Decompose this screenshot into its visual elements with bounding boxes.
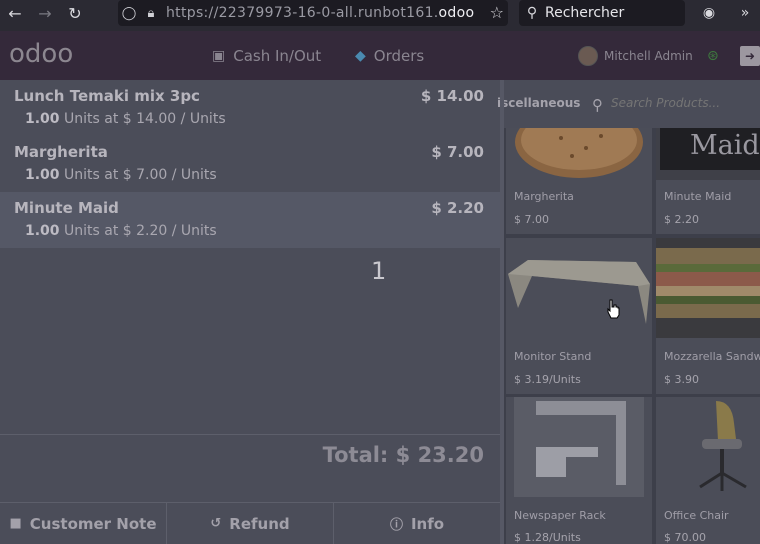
orders-label: Orders <box>373 46 425 65</box>
pos-navbar: odoo ▣ Cash In/Out ◆ Orders Mitchell Adm… <box>0 31 760 80</box>
url-text: https://22379973-16-0-all.runbot161.odoo <box>166 5 475 21</box>
browser-search-box[interactable]: ⚲ Rechercher <box>519 0 685 26</box>
product-search-input[interactable] <box>611 96 760 110</box>
minute-maid-logo-text: Maid <box>690 130 760 161</box>
search-icon: ⚲ <box>592 96 603 114</box>
refund-label: Refund <box>229 514 290 533</box>
bookmark-star-icon[interactable]: ☆ <box>490 3 504 22</box>
forward-icon[interactable]: → <box>30 0 60 26</box>
panel-divider[interactable] <box>500 80 504 544</box>
undo-icon: ↺ <box>210 516 222 531</box>
product-name: Minute Maid <box>664 190 732 203</box>
product-name: Office Chair <box>664 509 729 522</box>
user-menu[interactable]: Mitchell Admin <box>578 31 693 80</box>
product-name: Newspaper Rack <box>514 509 606 522</box>
order-line-selected[interactable]: Minute Maid $ 2.20 1.00 Units at $ 2.20 … <box>0 192 500 248</box>
sign-out-icon: ➜ <box>740 45 760 66</box>
product-name: Mozzarella Sandwich <box>664 350 760 363</box>
cash-in-out-button[interactable]: ▣ Cash In/Out <box>212 31 321 80</box>
hand-cursor-icon <box>607 299 620 319</box>
product-name: Monitor Stand <box>514 350 592 363</box>
minute-maid-logo: Maid <box>660 128 760 170</box>
product-price: $ 3.19/Units <box>514 373 581 386</box>
office-chair-image <box>699 401 747 491</box>
category-breadcrumb[interactable]: iscellaneous <box>497 96 580 110</box>
product-card[interactable]: Monitor Stand $ 3.19/Units <box>506 238 652 394</box>
order-line-price: $ 14.00 <box>420 87 484 105</box>
cash-in-out-label: Cash In/Out <box>233 46 322 65</box>
sandwich-image <box>656 238 760 338</box>
product-card[interactable]: Office Chair $ 70.00 <box>656 397 760 544</box>
product-image <box>656 238 760 338</box>
shield-icon: ◯ <box>121 5 137 21</box>
product-price: $ 70.00 <box>664 531 706 544</box>
customer-note-label: Customer Note <box>29 514 157 533</box>
order-line-price: $ 7.00 <box>431 143 484 161</box>
product-card[interactable]: Newspaper Rack $ 1.28/Units <box>506 397 652 544</box>
info-button[interactable]: ⓘ Info <box>334 502 500 544</box>
monitor-stand-image <box>508 260 650 324</box>
note-icon: ■ <box>9 516 22 531</box>
avatar <box>578 45 598 66</box>
info-label: Info <box>410 514 445 533</box>
pizza-image <box>515 128 643 178</box>
product-name: Margherita <box>514 190 574 203</box>
customer-note-button[interactable]: ■ Customer Note <box>0 502 167 544</box>
control-buttons: ■ Customer Note ↺ Refund ⓘ Info <box>0 502 500 544</box>
refund-button[interactable]: ↺ Refund <box>167 502 334 544</box>
product-card[interactable]: Mozzarella Sandwich $ 3.90 <box>656 238 760 394</box>
product-image <box>506 238 652 338</box>
wifi-icon: ⊛ <box>707 47 719 64</box>
product-price: $ 3.90 <box>664 373 699 386</box>
newspaper-rack-image <box>514 397 644 497</box>
product-price: $ 7.00 <box>514 213 549 226</box>
order-summary: Total: $ 23.20 <box>0 434 500 502</box>
user-name: Mitchell Admin <box>604 48 693 63</box>
order-line[interactable]: Margherita $ 7.00 1.00 Units at $ 7.00 /… <box>0 136 500 192</box>
info-icon: ⓘ <box>389 518 403 533</box>
odoo-logo: odoo <box>9 39 74 69</box>
product-image: Maid <box>656 128 760 180</box>
product-image <box>656 397 760 497</box>
numpad-buffer-indicator: 1 <box>371 257 387 285</box>
orders-button[interactable]: ◆ Orders <box>355 31 424 80</box>
product-card[interactable]: Maid Minute Maid $ 2.20 <box>656 128 760 234</box>
tag-icon: ◆ <box>355 47 366 64</box>
order-line-detail: 1.00 Units at $ 7.00 / Units <box>25 167 217 183</box>
order-line-detail: 1.00 Units at $ 2.20 / Units <box>25 223 217 239</box>
order-line-price: $ 2.20 <box>431 199 484 217</box>
search-icon: ⚲ <box>526 5 538 21</box>
order-line[interactable]: Lunch Temaki mix 3pc $ 14.00 1.00 Units … <box>0 80 500 136</box>
back-icon[interactable]: ← <box>0 0 30 26</box>
lock-icon: 🔒︎ <box>147 5 155 21</box>
product-image <box>506 397 652 497</box>
product-price: $ 1.28/Units <box>514 531 581 544</box>
product-price: $ 2.20 <box>664 213 699 226</box>
browser-search-label: Rechercher <box>545 5 625 21</box>
product-image <box>506 128 652 180</box>
order-line-name: Minute Maid <box>14 199 119 217</box>
address-bar[interactable]: ◯ 🔒︎ https://22379973-16-0-all.runbot161… <box>118 0 508 26</box>
order-line-name: Lunch Temaki mix 3pc <box>14 87 200 105</box>
reload-icon[interactable]: ↻ <box>60 0 90 26</box>
money-icon: ▣ <box>212 47 226 64</box>
logout-button[interactable]: ➜ <box>740 31 760 80</box>
order-panel: Lunch Temaki mix 3pc $ 14.00 1.00 Units … <box>0 80 500 544</box>
order-total: Total: $ 23.20 <box>322 443 484 467</box>
pocket-icon[interactable]: ◉ <box>694 0 724 26</box>
order-line-name: Margherita <box>14 143 108 161</box>
order-line-detail: 1.00 Units at $ 14.00 / Units <box>25 111 226 127</box>
overflow-chevron-icon[interactable]: » <box>730 0 760 26</box>
product-card[interactable]: Margherita $ 7.00 <box>506 128 652 234</box>
